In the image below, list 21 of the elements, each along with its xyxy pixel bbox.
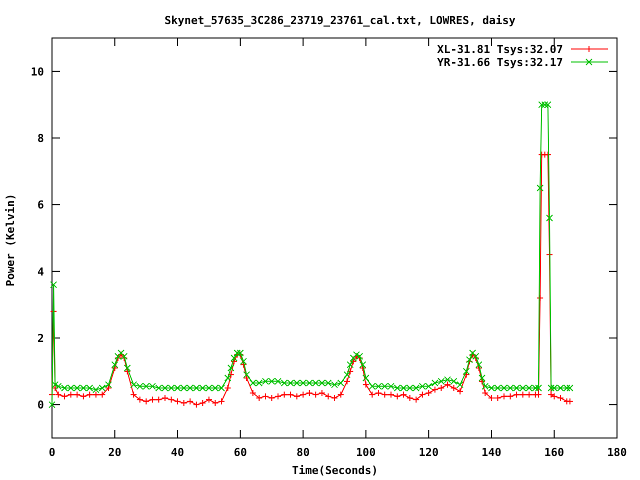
x-tick-label: 40 bbox=[170, 446, 184, 459]
chart-title: Skynet_57635_3C286_23719_23761_cal.txt, LOWRES, daisy bbox=[164, 14, 516, 27]
x-tick-label: 120 bbox=[418, 446, 439, 459]
x-tick-label: 160 bbox=[544, 446, 564, 459]
y-tick-label: 4 bbox=[37, 265, 44, 278]
x-tick-label: 180 bbox=[607, 446, 627, 459]
y-tick-label: 2 bbox=[37, 332, 44, 345]
x-tick-label: 80 bbox=[296, 446, 310, 459]
y-tick-label: 10 bbox=[30, 65, 44, 78]
y-tick-label: 6 bbox=[37, 198, 44, 212]
y-axis-label: Power (Kelvin) bbox=[4, 194, 17, 286]
x-tick-label: 60 bbox=[234, 446, 247, 459]
x-axis-label: Time(Seconds) bbox=[292, 464, 378, 477]
x-tick-label: 0 bbox=[48, 446, 56, 459]
legend-label: YR-31.66 Tsys:32.17 bbox=[437, 56, 563, 69]
x-tick-label: 140 bbox=[482, 446, 502, 459]
y-tick-label: 0 bbox=[37, 398, 44, 412]
x-tick-label: 100 bbox=[356, 446, 376, 459]
y-tick-label: 8 bbox=[37, 132, 44, 145]
x-tick-label: 20 bbox=[108, 446, 122, 459]
legend-label: XL-31.81 Tsys:32.07 bbox=[437, 43, 563, 56]
